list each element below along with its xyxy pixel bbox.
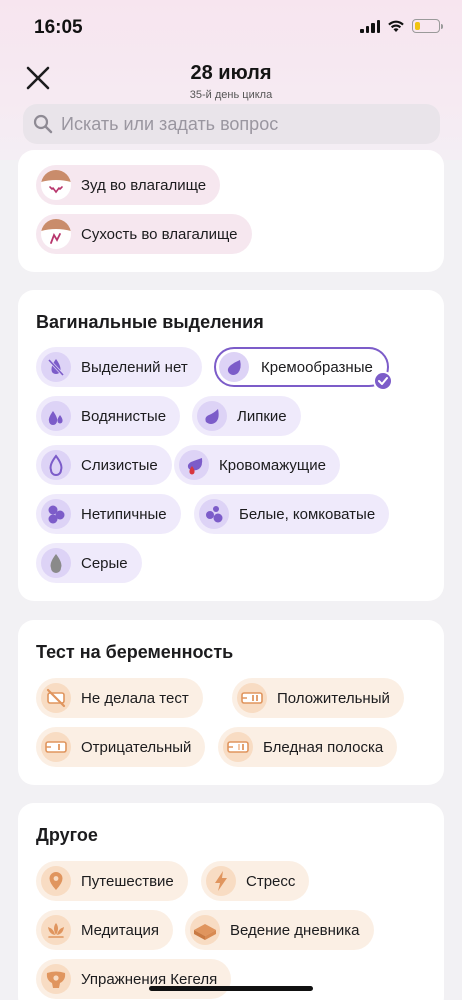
sticky-drop-icon bbox=[197, 401, 227, 431]
lightning-icon bbox=[206, 866, 236, 896]
chip-label: Не делала тест bbox=[81, 689, 189, 707]
home-indicator[interactable] bbox=[149, 986, 313, 991]
chip-label: Путешествие bbox=[81, 872, 174, 890]
chip-sticky[interactable]: Липкие bbox=[192, 396, 301, 436]
chip-label: Бледная полоска bbox=[263, 738, 384, 756]
section-title: Другое bbox=[36, 825, 98, 845]
mucus-drop-icon bbox=[41, 450, 71, 480]
chip-label: Ведение дневника bbox=[230, 921, 360, 939]
chip-label: Кровомажущие bbox=[219, 456, 326, 474]
chip-kegel[interactable]: Упражнения Кегеля bbox=[36, 959, 232, 999]
chip-dryness[interactable]: Сухость во влагалище bbox=[36, 214, 252, 254]
chip-travel[interactable]: Путешествие bbox=[36, 861, 188, 901]
wifi-icon bbox=[388, 20, 404, 32]
chip-no-test[interactable]: Не делала тест bbox=[36, 678, 203, 718]
chip-negative[interactable]: Отрицательный bbox=[36, 727, 206, 767]
location-pin-icon bbox=[41, 866, 71, 896]
chip-label: Сухость во влагалище bbox=[81, 225, 238, 243]
chip-label: Отрицательный bbox=[81, 738, 192, 756]
search-icon bbox=[33, 114, 53, 134]
creamy-drop-icon bbox=[219, 352, 249, 382]
chip-spotting[interactable]: Кровомажущие bbox=[174, 445, 340, 485]
battery-icon bbox=[412, 19, 443, 33]
watery-drops-icon bbox=[41, 401, 71, 431]
itch-icon bbox=[41, 170, 71, 200]
checkmark-icon bbox=[372, 371, 393, 391]
chip-mucus[interactable]: Слизистые bbox=[36, 445, 172, 485]
negative-test-icon bbox=[41, 732, 71, 762]
atypical-icon bbox=[41, 499, 71, 529]
chip-label: Белые, комковатые bbox=[239, 505, 376, 523]
chip-label: Стресс bbox=[246, 872, 296, 890]
chip-white-clumpy[interactable]: Белые, комковатые bbox=[194, 494, 390, 534]
white-clumpy-icon bbox=[199, 499, 229, 529]
chip-no-discharge[interactable]: Выделений нет bbox=[36, 347, 202, 387]
chip-label: Медитация bbox=[81, 921, 159, 939]
chip-faint-line[interactable]: Бледная полоска bbox=[218, 727, 398, 767]
journal-icon bbox=[190, 915, 220, 945]
chip-positive[interactable]: Положительный bbox=[232, 678, 404, 718]
section-title: Тест на беременность bbox=[36, 642, 234, 662]
page-title: 28 июля bbox=[190, 62, 272, 84]
chip-label: Положительный bbox=[277, 689, 390, 707]
no-test-icon bbox=[41, 683, 71, 713]
chip-label: Серые bbox=[81, 554, 128, 572]
chip-label: Выделений нет bbox=[81, 358, 188, 376]
chip-label: Упражнения Кегеля bbox=[81, 970, 218, 988]
chip-creamy[interactable]: Кремообразные bbox=[214, 347, 393, 391]
chip-label: Липкие bbox=[237, 407, 287, 425]
symptoms-card: Зуд во влагалище Сухость во влагалище bbox=[18, 150, 444, 272]
spotting-icon bbox=[179, 450, 209, 480]
chip-atypical[interactable]: Нетипичные bbox=[36, 494, 181, 534]
status-bar: 16:05 bbox=[0, 0, 462, 56]
chip-stress[interactable]: Стресс bbox=[201, 861, 310, 901]
chip-label: Зуд во влагалище bbox=[81, 176, 207, 194]
chip-label: Слизистые bbox=[81, 456, 158, 474]
search-placeholder: Искать или задать вопрос bbox=[61, 113, 279, 134]
other-card: Другое Путешествие Стресс Медитация Веде… bbox=[18, 803, 444, 1000]
lotus-icon bbox=[41, 915, 71, 945]
discharge-card: Вагинальные выделения Выделений нет Крем… bbox=[18, 290, 444, 601]
search-input[interactable]: Искать или задать вопрос bbox=[23, 104, 440, 144]
chip-label: Водянистые bbox=[81, 407, 167, 425]
chip-label: Нетипичные bbox=[81, 505, 167, 523]
dryness-icon bbox=[41, 219, 71, 249]
status-time: 16:05 bbox=[34, 17, 83, 38]
faint-line-test-icon bbox=[223, 732, 253, 762]
section-title: Вагинальные выделения bbox=[36, 312, 264, 332]
positive-test-icon bbox=[237, 683, 267, 713]
chip-gray[interactable]: Серые bbox=[36, 543, 142, 583]
pelvis-icon bbox=[41, 964, 71, 994]
no-discharge-icon bbox=[41, 352, 71, 382]
gray-drop-icon bbox=[41, 548, 71, 578]
chip-meditation[interactable]: Медитация bbox=[36, 910, 173, 950]
date-header: 28 июля 35-й день цикла bbox=[0, 62, 462, 101]
chip-itch[interactable]: Зуд во влагалище bbox=[36, 165, 221, 205]
chip-label: Кремообразные bbox=[261, 358, 373, 376]
chip-watery[interactable]: Водянистые bbox=[36, 396, 181, 436]
chip-journaling[interactable]: Ведение дневника bbox=[185, 910, 374, 950]
cellular-signal-icon bbox=[360, 19, 380, 33]
pregnancy-test-card: Тест на беременность Не делала тест Поло… bbox=[18, 620, 444, 785]
cycle-day-subtitle: 35-й день цикла bbox=[189, 89, 273, 101]
